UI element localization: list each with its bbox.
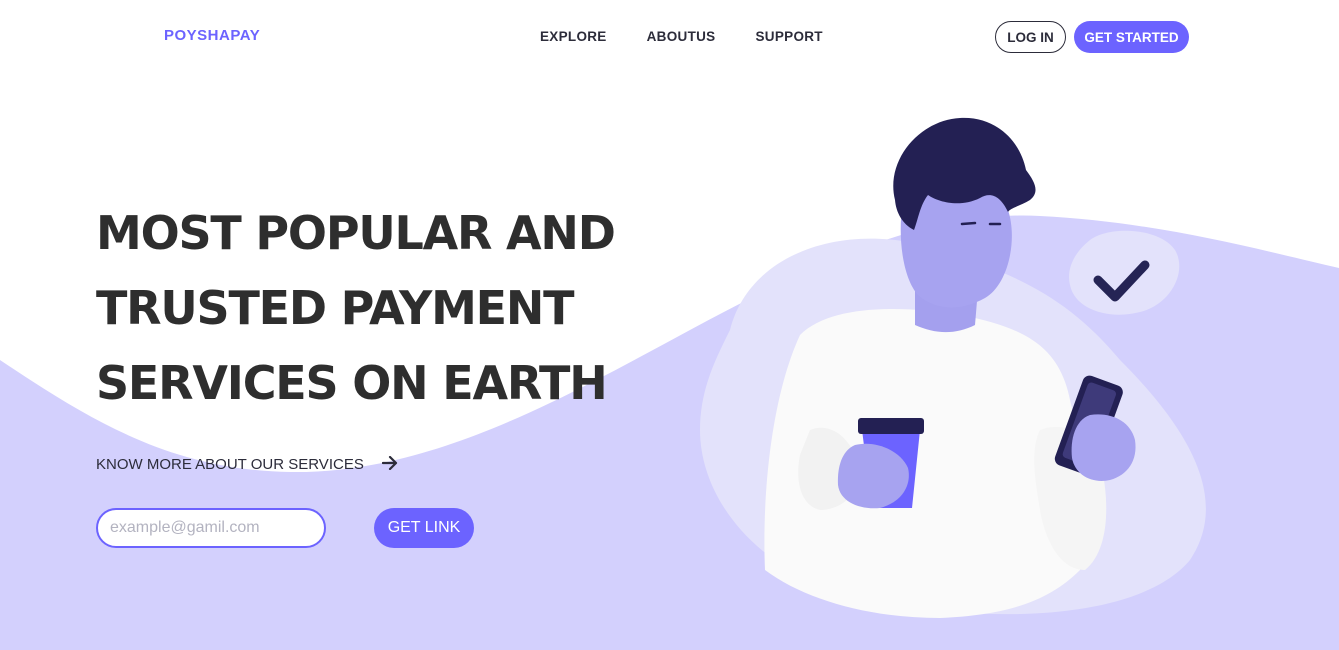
nav-item-support[interactable]: SUPPORT	[755, 29, 822, 44]
hero-title-line-2: TRUSTED PAYMENT	[96, 281, 575, 335]
hero-title-line-3: SERVICES ON EARTH	[96, 356, 608, 410]
nav-item-aboutus[interactable]: ABOUTUS	[647, 29, 716, 44]
nav-item-explore[interactable]: EXPLORE	[540, 29, 607, 44]
know-more-link[interactable]: KNOW MORE ABOUT OUR SERVICES	[96, 454, 398, 475]
get-started-button[interactable]: GET STARTED	[1074, 21, 1189, 53]
brand-logo[interactable]: POYSHAPAY	[164, 27, 260, 44]
know-more-label: KNOW MORE ABOUT OUR SERVICES	[96, 456, 364, 473]
hero-illustration	[700, 117, 1206, 618]
login-button[interactable]: LOG IN	[995, 21, 1066, 53]
hero-title: MOST POPULAR AND TRUSTED PAYMENT SERVICE…	[96, 196, 656, 421]
checkmark-icon	[1069, 230, 1180, 315]
get-link-button[interactable]: GET LINK	[374, 508, 474, 548]
landing-page: POYSHAPAY EXPLORE ABOUTUS SUPPORT LOG IN…	[0, 0, 1339, 650]
main-nav: EXPLORE ABOUTUS SUPPORT	[540, 29, 863, 44]
arrow-right-icon	[381, 454, 398, 475]
email-input[interactable]	[96, 508, 326, 548]
person-right-hand	[1071, 414, 1136, 481]
hero-title-line-1: MOST POPULAR AND	[96, 206, 616, 260]
